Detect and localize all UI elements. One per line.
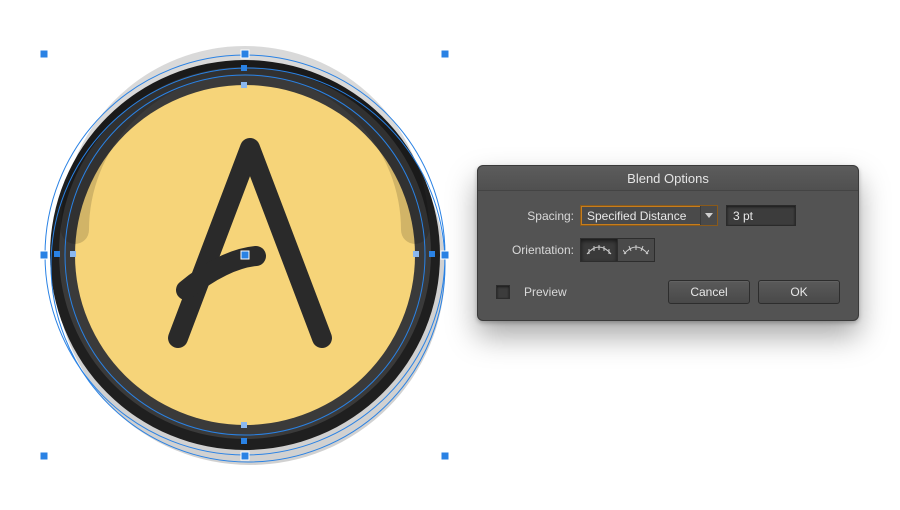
dialog-title: Blend Options bbox=[478, 166, 858, 191]
align-path-icon bbox=[623, 243, 649, 257]
spacing-value-input[interactable]: 3 pt bbox=[726, 205, 796, 226]
dialog-bottom-row: Preview Cancel OK bbox=[496, 280, 840, 304]
align-page-icon bbox=[586, 243, 612, 257]
blend-options-dialog: Blend Options Spacing: Specified Distanc… bbox=[477, 165, 859, 321]
preview-checkbox[interactable] bbox=[496, 285, 510, 299]
chevron-down-icon bbox=[700, 206, 717, 225]
cancel-button[interactable]: Cancel bbox=[668, 280, 750, 304]
spacing-row: Spacing: Specified Distance 3 pt bbox=[496, 205, 840, 226]
orientation-align-to-path-button[interactable] bbox=[617, 239, 654, 261]
orientation-toggle-group bbox=[580, 238, 655, 262]
spacing-dropdown-value: Specified Distance bbox=[587, 209, 686, 223]
orientation-align-to-page-button[interactable] bbox=[581, 239, 617, 261]
orientation-label: Orientation: bbox=[496, 243, 574, 257]
orientation-row: Orientation: bbox=[496, 238, 840, 262]
ok-button[interactable]: OK bbox=[758, 280, 840, 304]
preview-label: Preview bbox=[524, 285, 567, 299]
spacing-label: Spacing: bbox=[496, 209, 574, 223]
spacing-dropdown[interactable]: Specified Distance bbox=[580, 205, 718, 226]
